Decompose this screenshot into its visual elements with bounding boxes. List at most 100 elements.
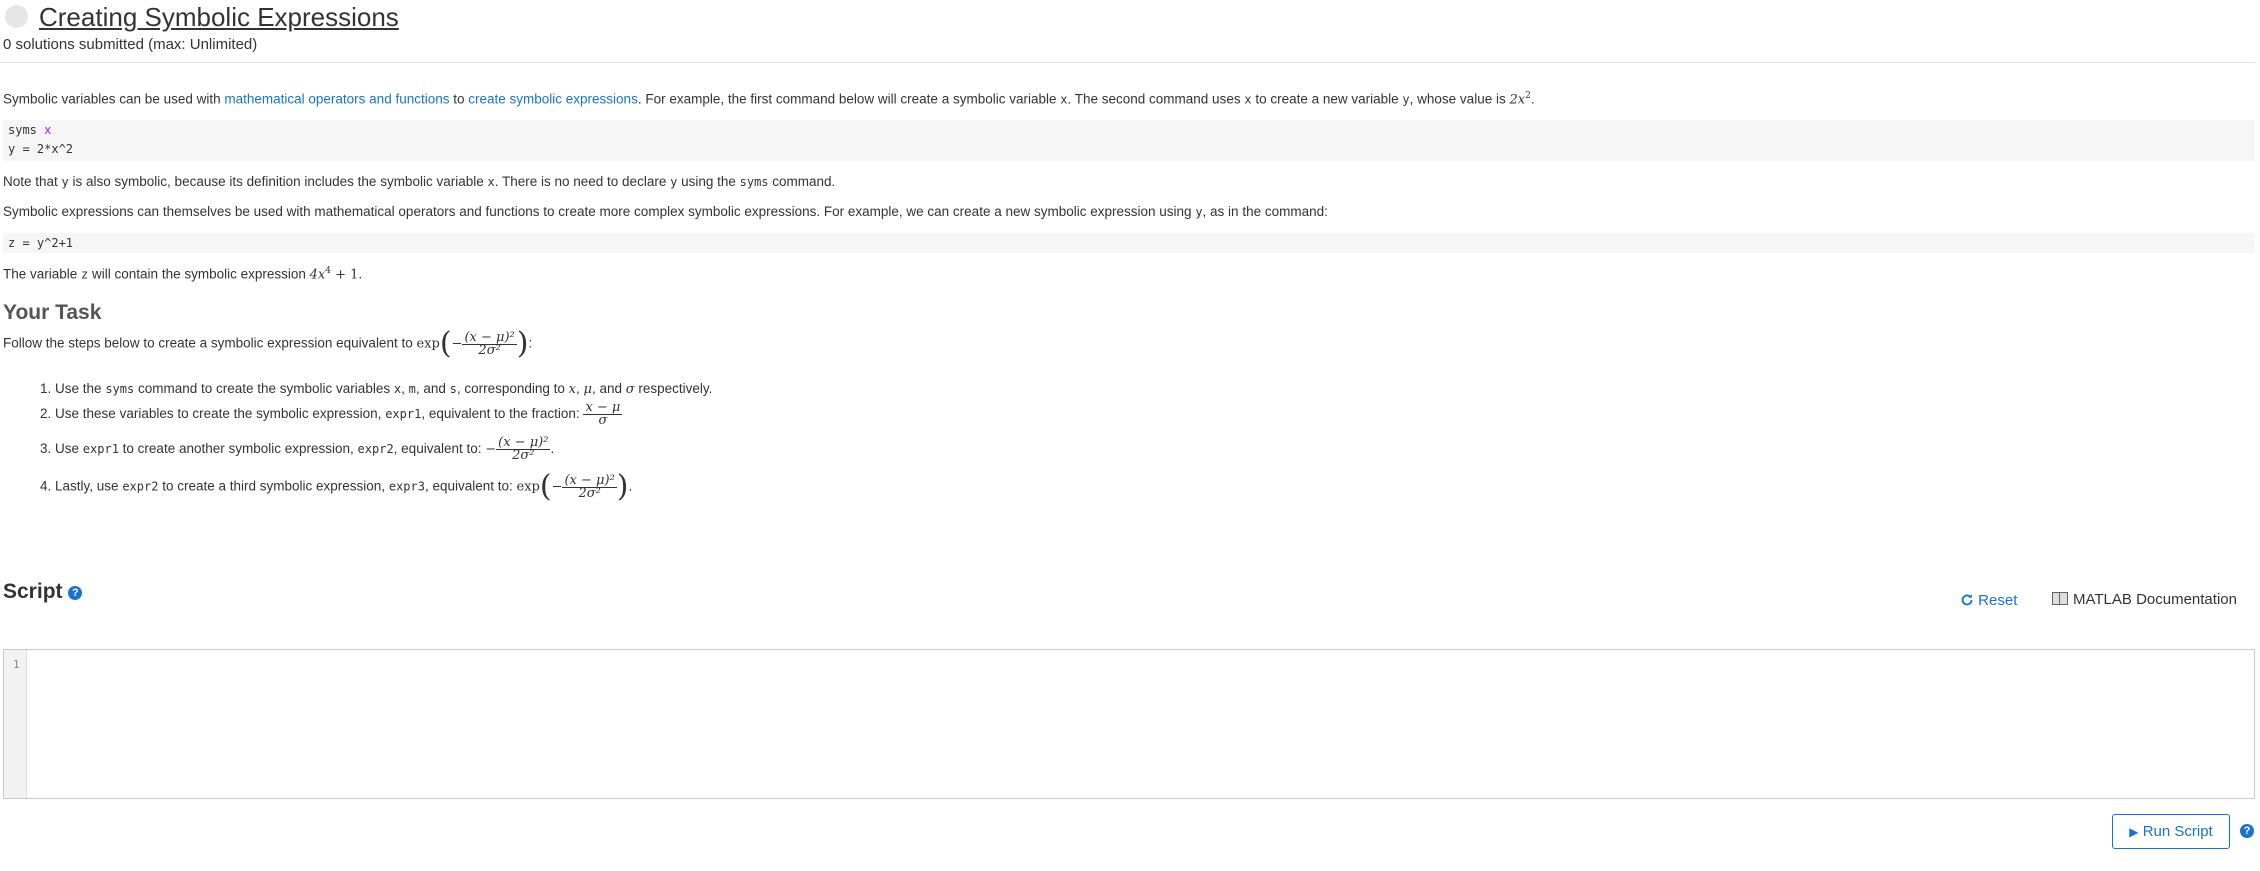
script-heading: Script ? — [3, 580, 83, 604]
code-line: y = 2*x^2 — [8, 142, 74, 156]
operators-link[interactable]: mathematical operators and functions — [224, 92, 449, 107]
math-minus: − — [551, 479, 563, 495]
run-label: Run Script — [2142, 823, 2213, 840]
inline-code: m — [408, 382, 416, 396]
inline-code: expr1 — [82, 442, 119, 457]
play-icon: ▶ — [2129, 825, 2139, 839]
help-icon[interactable]: ? — [2240, 824, 2254, 838]
run-script-button[interactable]: ▶ Run Script — [2112, 814, 2230, 849]
inline-code: expr3 — [388, 479, 425, 494]
note-paragraph: Note that y is also symbolic, because it… — [3, 174, 835, 189]
inline-code: expr2 — [122, 479, 159, 494]
note-text: using the — [677, 174, 740, 189]
reset-button[interactable]: Reset — [1960, 592, 2017, 609]
line-number: 1 — [13, 658, 20, 671]
math-paren: ) — [616, 469, 629, 504]
step-text: Lastly, use — [55, 478, 123, 494]
note-text: , as in the command: — [1202, 204, 1328, 219]
math-minus: − — [485, 442, 497, 458]
math-symbol: μ — [583, 382, 592, 397]
code-block: syms x y = 2*x^2 — [3, 120, 2255, 161]
task-step: 3. Use expr1 to create another symbolic … — [40, 436, 554, 463]
note-paragraph: Symbolic expressions can themselves be u… — [3, 204, 1328, 219]
step-text: , equivalent to: — [393, 441, 486, 457]
intro-text: to create a new variable — [1251, 91, 1403, 107]
task-heading: Your Task — [3, 301, 102, 324]
code-block: z = y^2+1 — [3, 233, 2255, 253]
status-circle-icon — [5, 5, 28, 28]
intro-text: . The second command uses — [1067, 91, 1245, 107]
note-text: . There is no need to declare — [494, 174, 671, 189]
math-function: exp — [516, 479, 540, 495]
step-text: command to create the symbolic variables — [134, 381, 394, 396]
step-text: , — [401, 381, 409, 396]
create-expressions-link[interactable]: create symbolic expressions — [468, 92, 638, 107]
math-symbol: x — [568, 382, 577, 397]
intro-text: to — [449, 91, 469, 107]
code-argument: x — [44, 123, 52, 137]
inline-code: expr1 — [385, 407, 422, 422]
matlab-documentation-link[interactable]: MATLAB Documentation — [2052, 591, 2237, 608]
docs-label: MATLAB Documentation — [2073, 591, 2237, 608]
inline-code: syms — [105, 382, 135, 396]
note-text: The variable — [3, 266, 82, 282]
step-text: , and — [591, 381, 626, 396]
inline-code: x — [1244, 92, 1252, 107]
inline-code: expr2 — [357, 442, 394, 457]
note-text: will contain the symbolic expression — [88, 266, 310, 282]
reset-label: Reset — [1978, 592, 2018, 609]
code-line: z = y^2+1 — [8, 236, 74, 250]
inline-code: x — [393, 382, 402, 396]
step-text: , and — [415, 381, 450, 396]
fraction-denominator: 2σ² — [578, 485, 601, 501]
fraction-denominator: σ — [598, 413, 608, 428]
task-step: 2. Use these variables to create the sym… — [40, 401, 623, 428]
task-text: : — [528, 335, 533, 351]
step-text: to create another symbolic expression, — [118, 441, 358, 457]
math-fraction: x − μσ — [583, 401, 623, 428]
inline-code: y — [1195, 205, 1203, 219]
help-icon[interactable]: ? — [68, 586, 83, 600]
math-minus: − — [451, 336, 463, 352]
task-step: 1. Use the syms command to create the sy… — [40, 381, 712, 397]
math-fraction: (x − μ)² 2σ² — [562, 474, 617, 501]
line-number-gutter: 1 — [4, 650, 27, 798]
step-number: 1. — [40, 381, 52, 396]
note-text: is also symbolic, because its definition… — [68, 174, 488, 189]
math-paren: ( — [539, 469, 552, 504]
math-expression: 2x — [1509, 92, 1526, 108]
step-text: Use these variables to create the symbol… — [55, 406, 386, 422]
math-expression: + 1 — [330, 267, 359, 283]
math-expression: 4x — [309, 267, 326, 283]
inline-code: x — [487, 175, 495, 189]
step-text: Use — [55, 441, 83, 457]
step-text: , equivalent to the fraction: — [421, 406, 584, 422]
intro-text: Symbolic variables can be used with — [3, 91, 225, 107]
math-symbol: σ — [625, 382, 635, 397]
step-text: Use the — [55, 381, 106, 396]
script-editor[interactable]: 1 — [3, 649, 2255, 799]
step-text: . — [628, 478, 633, 494]
intro-paragraph: Symbolic variables can be used with math… — [3, 91, 1535, 108]
page: Creating Symbolic Expressions 0 solution… — [0, 0, 2260, 871]
intro-text: . For example, the first command below w… — [637, 91, 1061, 107]
note-text: command. — [768, 174, 836, 189]
task-step: 4. Lastly, use expr2 to create a third s… — [40, 472, 632, 502]
math-paren: ( — [439, 326, 452, 361]
inline-code: y — [61, 175, 69, 189]
intro-text: , whose value is — [1409, 91, 1510, 107]
inline-code: syms — [739, 175, 769, 189]
math-paren: ) — [516, 326, 529, 361]
problem-title[interactable]: Creating Symbolic Expressions — [39, 2, 399, 33]
fraction-denominator: 2σ² — [512, 448, 535, 463]
step-number: 4. — [40, 478, 52, 494]
note-text: Note that — [3, 174, 62, 189]
book-icon — [2052, 592, 2068, 605]
note-paragraph: The variable z will contain the symbolic… — [3, 266, 362, 283]
script-title-text: Script — [3, 580, 63, 603]
math-function: exp — [416, 336, 440, 352]
inline-code: y — [1402, 92, 1410, 107]
fraction-denominator: 2σ² — [478, 342, 501, 358]
intro-text: . — [1530, 91, 1535, 107]
step-number: 2. — [40, 406, 52, 422]
